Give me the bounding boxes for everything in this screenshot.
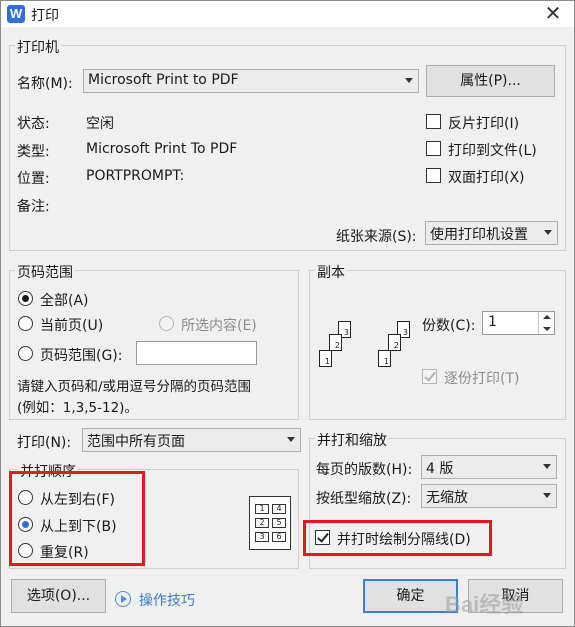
pages-per-sheet-value: 4 版	[426, 461, 454, 477]
copies-group	[309, 270, 566, 420]
type-value: Microsoft Print To PDF	[86, 141, 238, 157]
copies-group-title: 副本	[315, 262, 347, 282]
range-current-radio[interactable]	[18, 316, 33, 331]
range-all-radio[interactable]	[18, 291, 33, 306]
page-range-hint-1: 请键入页码和/或用逗号分隔的页码范围	[17, 379, 252, 395]
print-what-label: 打印(N):	[17, 435, 72, 451]
chevron-down-icon	[287, 437, 295, 442]
copies-count-value: 1	[488, 314, 497, 330]
chevron-down-icon	[543, 493, 551, 498]
range-all-label[interactable]: 全部(A)	[40, 290, 89, 310]
print-to-file-label[interactable]: 打印到文件(L)	[448, 140, 537, 160]
print-what-select[interactable]: 范围中所有页面	[82, 428, 301, 452]
paper-source-value: 使用打印机设置	[430, 227, 528, 243]
print-dialog: W 打印 ✕ 打印机 名称(M): Microsoft Print to PDF…	[0, 0, 575, 627]
print-to-file-checkbox[interactable]	[426, 141, 441, 156]
duplex-label[interactable]: 双面打印(X)	[448, 167, 525, 187]
wps-app-icon: W	[7, 5, 25, 23]
status-value: 空闲	[86, 116, 114, 132]
reverse-print-checkbox[interactable]	[426, 114, 441, 129]
watermark-text: Bai经验	[445, 592, 524, 617]
title-bar: W 打印 ✕	[1, 1, 574, 27]
printer-name-label: 名称(M):	[17, 76, 73, 92]
paper-source-select[interactable]: 使用打印机设置	[425, 221, 558, 245]
printer-name-select[interactable]: Microsoft Print to PDF	[83, 69, 419, 93]
order-cell: 2	[255, 518, 269, 528]
scale-label: 按纸型缩放(Z):	[316, 491, 412, 507]
copy-page-icon: 1	[378, 350, 391, 367]
options-button[interactable]: 选项(O)...	[11, 579, 106, 613]
order-cell: 6	[272, 532, 286, 542]
tips-link[interactable]: 操作技巧	[139, 590, 195, 610]
scale-value: 无缩放	[426, 490, 468, 506]
page-range-group-title: 页码范围	[15, 262, 75, 282]
spin-down-icon[interactable]	[543, 327, 551, 331]
chevron-down-icon	[405, 78, 413, 83]
copies-count-label: 份数(C):	[422, 318, 476, 334]
page-range-input[interactable]	[136, 341, 257, 365]
order-cell: 3	[255, 532, 269, 542]
status-label: 状态:	[17, 116, 50, 132]
location-value: PORTPROMPT:	[86, 168, 185, 184]
printer-properties-button[interactable]: 属性(P)...	[426, 65, 555, 97]
printer-name-value: Microsoft Print to PDF	[88, 72, 239, 88]
collate-checkbox[interactable]	[422, 369, 437, 384]
order-cell: 1	[255, 504, 269, 514]
range-selection-radio[interactable]	[159, 316, 174, 331]
close-button[interactable]: ✕	[540, 2, 566, 26]
borders-highlight-box	[303, 520, 492, 556]
order-cell: 4	[272, 504, 286, 514]
order-preview-icon: 1 4 2 5 3 6	[249, 496, 291, 550]
copy-page-icon: 1	[319, 350, 332, 367]
pages-per-sheet-label: 每页的版数(H):	[316, 462, 413, 478]
play-tips-icon[interactable]	[115, 591, 131, 607]
copy-page-icon: 2	[388, 334, 401, 351]
range-selection-label[interactable]: 所选内容(E)	[181, 315, 257, 335]
copies-spinner[interactable]	[538, 312, 554, 334]
comment-label: 备注:	[17, 199, 50, 215]
print-what-value: 范围中所有页面	[87, 434, 185, 450]
scaling-group-title: 并打和缩放	[315, 430, 389, 450]
printer-group-title: 打印机	[15, 37, 61, 57]
reverse-print-label[interactable]: 反片打印(I)	[448, 113, 519, 133]
copies-count-input[interactable]: 1	[482, 311, 555, 335]
chevron-down-icon	[544, 230, 552, 235]
pages-per-sheet-select[interactable]: 4 版	[421, 455, 557, 479]
range-current-label[interactable]: 当前页(U)	[40, 315, 103, 335]
copy-page-icon: 2	[329, 334, 342, 351]
type-label: 类型:	[17, 144, 50, 160]
page-range-hint-2: (例如：1,3,5-12)。	[17, 400, 138, 416]
baidu-jingyan-watermark: Bai经验	[437, 575, 572, 625]
location-label: 位置:	[17, 171, 50, 187]
order-highlight-box	[9, 471, 145, 566]
chevron-down-icon	[543, 464, 551, 469]
paper-source-label: 纸张来源(S):	[336, 229, 417, 245]
scale-select[interactable]: 无缩放	[421, 484, 557, 508]
order-cell: 5	[272, 518, 286, 528]
range-pages-radio[interactable]	[18, 346, 33, 361]
duplex-checkbox[interactable]	[426, 168, 441, 183]
collate-label[interactable]: 逐份打印(T)	[444, 368, 519, 388]
spin-up-icon[interactable]	[543, 315, 551, 319]
range-pages-label[interactable]: 页码范围(G):	[40, 345, 123, 365]
window-title: 打印	[31, 8, 59, 24]
